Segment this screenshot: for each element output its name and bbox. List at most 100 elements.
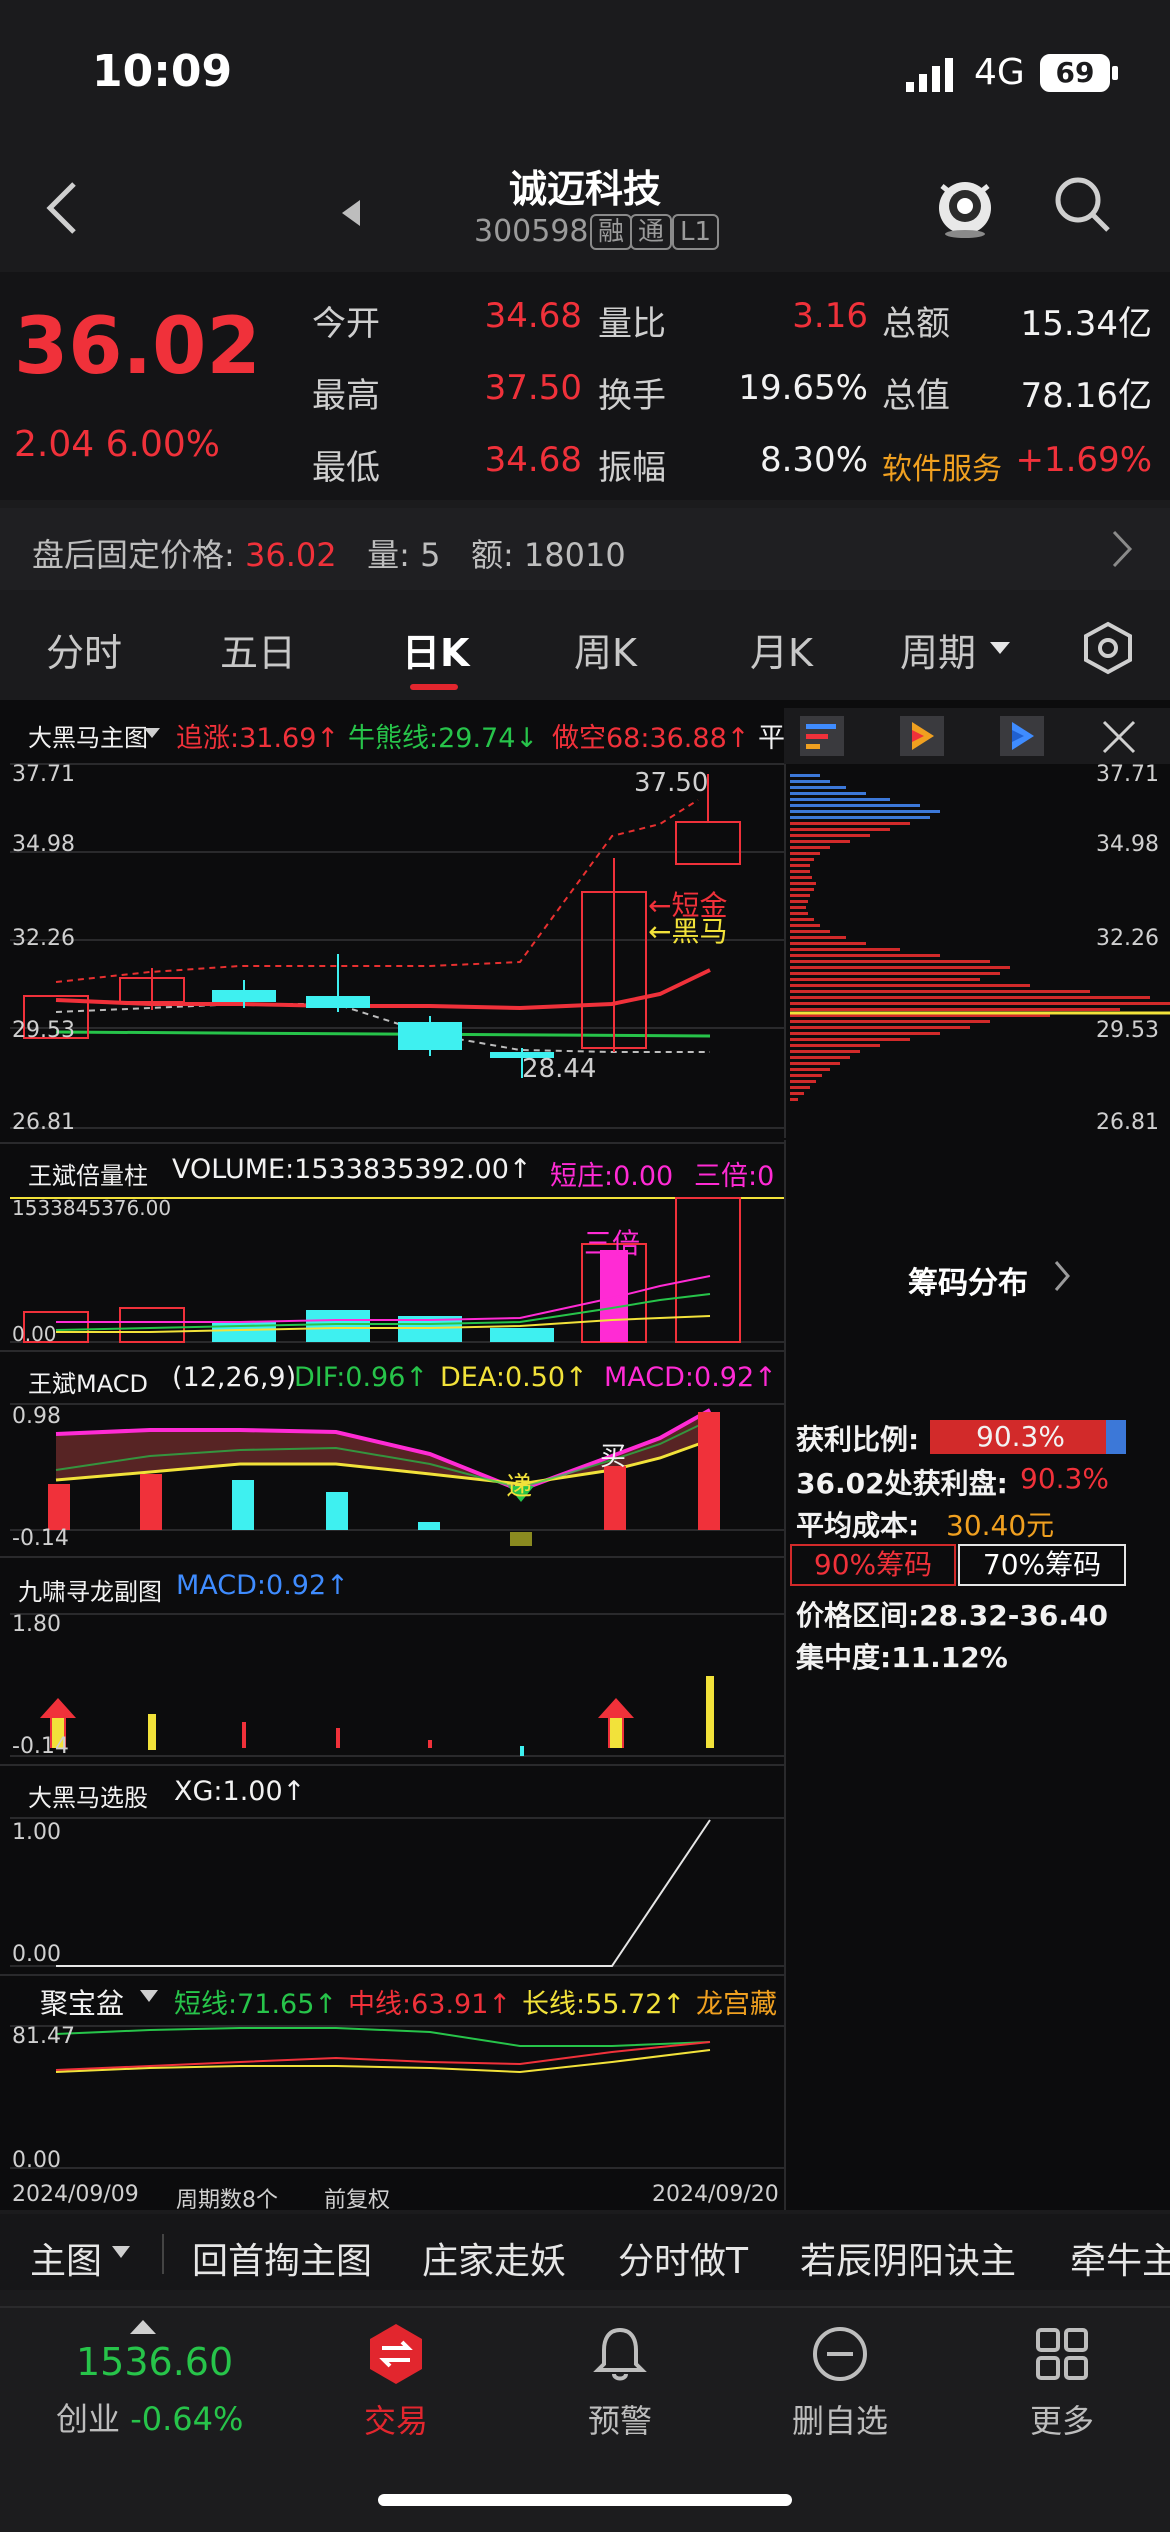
volume-title[interactable]: 王斌倍量柱 [28, 1156, 148, 1191]
tab-weekly-k[interactable]: 周K [574, 622, 637, 677]
prev-stock-icon[interactable] [338, 198, 364, 228]
profit-ratio-value: 90.3% [976, 1420, 1065, 1453]
caret-down-icon[interactable] [112, 2246, 130, 2258]
quote-label: 最低 [312, 448, 380, 488]
tab-intraday[interactable]: 分时 [46, 622, 122, 677]
mascot-icon[interactable] [930, 170, 1000, 240]
caret-down-icon[interactable] [988, 640, 1012, 656]
caret-down-icon[interactable] [140, 1990, 158, 2002]
candlestick-chart[interactable] [0, 760, 784, 1140]
index-name-text: 创业 [56, 2400, 121, 2438]
index-value[interactable]: 1536.60 [76, 2340, 233, 2384]
remove-watchlist-icon[interactable] [810, 2324, 870, 2384]
chip-mode-icon-3[interactable] [998, 714, 1046, 758]
chip-y-tick: 32.26 [1096, 926, 1159, 951]
y-tick: 34.98 [12, 832, 75, 857]
nav-alert[interactable]: 预警 [540, 2396, 700, 2442]
chip-90-button[interactable]: 90%筹码 [790, 1544, 956, 1586]
chip-mode-icon-1[interactable] [798, 714, 846, 758]
ah-amt: 18010 [523, 536, 626, 574]
strip-item[interactable]: 牵牛主 [1070, 2232, 1170, 2284]
tab-daily-k[interactable]: 日K [402, 622, 469, 677]
divider [0, 1764, 784, 1766]
conc-value: 11.12% [891, 1641, 1008, 1674]
caret-up-icon[interactable] [130, 2318, 156, 2334]
xg-chart [10, 1817, 784, 1967]
strip-item[interactable]: 庄家走妖 [422, 2232, 566, 2284]
volume-triple: 三倍:0 [694, 1161, 775, 1192]
vol-y-bottom: 0.00 [12, 1322, 57, 1346]
main-indicator-title[interactable]: 大黑马主图 [28, 718, 148, 753]
chip-y-tick: 37.71 [1096, 762, 1159, 787]
tag-connect: 通 [630, 214, 673, 250]
jiuxiao-title[interactable]: 九啸寻龙副图 [18, 1572, 162, 1607]
strip-main-chart[interactable]: 主图 [30, 2232, 102, 2284]
y-tick: 26.81 [12, 1110, 75, 1135]
profit-at-value: 90.3% [1020, 1462, 1109, 1495]
xg-y-top: 1.00 [12, 1820, 61, 1845]
more-grid-icon[interactable] [1032, 2324, 1092, 2384]
ind-short: 做空68:36.88↑ [552, 723, 750, 754]
ind-chase: 追涨:31.69↑ [176, 723, 340, 754]
signal-icon [906, 58, 953, 92]
chip-y-tick: 29.53 [1096, 1018, 1159, 1043]
search-icon[interactable] [1050, 172, 1114, 236]
adjustment-type[interactable]: 前复权 [324, 2182, 390, 2214]
jbp-title[interactable]: 聚宝盆 [40, 1982, 124, 2022]
sector-link[interactable]: 软件服务 [882, 444, 1002, 488]
macd-y-top: 0.98 [12, 1404, 61, 1429]
quote-value: 3.16 [792, 296, 868, 336]
tab-five-day[interactable]: 五日 [220, 622, 296, 677]
network-label: 4G [974, 52, 1025, 93]
candle [306, 996, 370, 1008]
ah-vol: 5 [420, 536, 441, 574]
chip-y-tick: 34.98 [1096, 832, 1159, 857]
quote-label: 今开 [312, 304, 380, 344]
macd-title[interactable]: 王斌MACD [28, 1364, 148, 1399]
macd-chart [10, 1403, 784, 1546]
quote-value: 8.30% [759, 440, 868, 480]
candle [212, 990, 276, 1002]
chevron-right-icon[interactable] [1052, 1258, 1072, 1294]
chip-distribution-link[interactable]: 筹码分布 [908, 1258, 1028, 1302]
index-name[interactable]: 创业 -0.64% [56, 2394, 243, 2440]
range-value: 28.32-36.40 [919, 1599, 1108, 1632]
settings-hex-icon[interactable] [1080, 620, 1136, 676]
strip-item[interactable]: 回首掏主图 [192, 2232, 372, 2284]
xg-value: XG:1.00↑ [174, 1776, 306, 1807]
bell-icon[interactable] [590, 2324, 650, 2384]
caret-down-icon[interactable] [144, 728, 160, 738]
xg-title[interactable]: 大黑马选股 [28, 1778, 148, 1813]
chevron-right-icon[interactable] [1110, 528, 1134, 570]
candle [398, 1022, 462, 1050]
profit-ratio-label: 获利比例: [796, 1423, 920, 1456]
home-indicator[interactable] [378, 2494, 792, 2506]
divider [0, 1974, 784, 1976]
jiuxiao-y-top: 1.80 [12, 1612, 61, 1637]
nav-trade[interactable]: 交易 [316, 2396, 476, 2442]
jbp-chart [10, 2025, 784, 2169]
tab-period[interactable]: 周期 [900, 622, 976, 677]
volume-annotation: 三倍 [584, 1227, 641, 1260]
trade-icon[interactable] [364, 2322, 428, 2386]
jbp-long: 长线:55.72↑ [522, 1989, 686, 2020]
profit-ratio-bar-rest [1106, 1420, 1126, 1454]
quote-label: 量比 [598, 304, 666, 344]
nav-remove-watchlist[interactable]: 删自选 [760, 2396, 920, 2442]
ah-vol-label: 量: [367, 536, 410, 574]
chip-70-button[interactable]: 70%筹码 [958, 1544, 1126, 1586]
volume-value: VOLUME:1533835392.00↑ [172, 1154, 532, 1185]
nav-more[interactable]: 更多 [982, 2396, 1142, 2442]
range-label: 价格区间:28.32-36.40 [796, 1594, 1108, 1634]
avg-cost-value: 30.40元 [946, 1509, 1055, 1542]
chip-mode-icon-2[interactable] [898, 714, 946, 758]
quote-label: 换手 [598, 376, 666, 416]
jbp-y-bottom: 0.00 [12, 2148, 61, 2173]
strip-item[interactable]: 若辰阴阳诀主 [800, 2232, 1016, 2284]
strip-item[interactable]: 分时做T [618, 2232, 748, 2284]
sector-change: +1.69% [1015, 440, 1153, 480]
tab-monthly-k[interactable]: 月K [750, 622, 813, 677]
high-label: 37.50 [634, 768, 709, 798]
chip-y-tick: 26.81 [1096, 1110, 1159, 1135]
close-icon[interactable] [1100, 718, 1138, 756]
